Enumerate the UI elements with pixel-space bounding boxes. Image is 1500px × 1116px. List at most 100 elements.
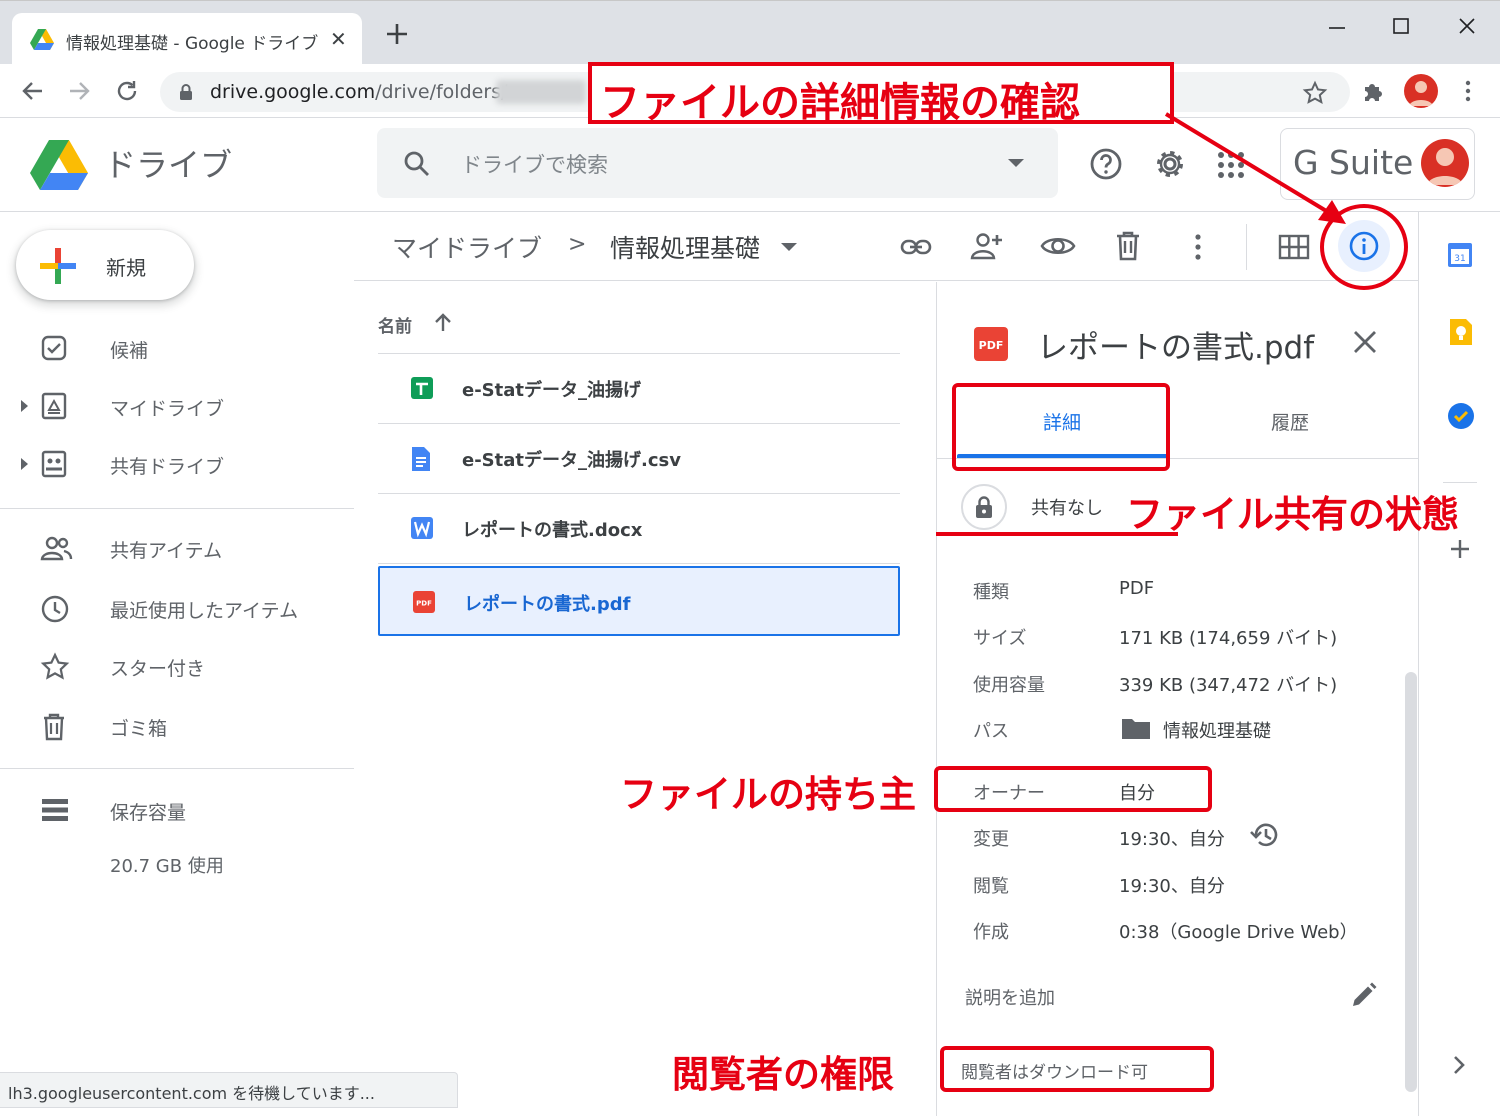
file-name: e-Statデータ_油揚げ (462, 380, 641, 401)
column-header-name[interactable]: 名前 (378, 312, 412, 337)
prop-key-created: 作成 (973, 922, 1009, 943)
sidebar-item-shared-drives[interactable]: 共有ドライブ (0, 438, 354, 490)
sidebar-item-recent[interactable]: 最近使用したアイテム (0, 582, 354, 634)
sidebar-divider (0, 768, 354, 769)
details-file-title: レポートの書式.pdf (1037, 330, 1315, 366)
browser-tab-strip: 情報処理基礎 - Google ドライブ ✕ (0, 0, 1500, 65)
priority-icon (41, 335, 67, 361)
add-addon-icon[interactable] (1449, 538, 1471, 560)
expand-panel-chevron-icon[interactable] (1451, 1054, 1467, 1076)
version-history-icon[interactable] (1249, 820, 1281, 850)
profile-avatar[interactable] (1404, 74, 1438, 108)
shared-drive-icon (41, 450, 67, 478)
sidebar-item-my-drive[interactable]: マイドライブ (0, 380, 354, 432)
link-icon[interactable] (900, 232, 932, 262)
details-scrollbar[interactable] (1405, 672, 1417, 1092)
storage-used-text: 20.7 GB 使用 (110, 856, 224, 877)
prop-key-modified: 変更 (973, 829, 1009, 850)
minimize-icon[interactable] (1322, 13, 1352, 43)
file-row[interactable]: レポートの書式.docx (378, 494, 900, 564)
file-row-selected[interactable]: PDF レポートの書式.pdf (378, 566, 900, 636)
sidebar-item-priority[interactable]: 候補 (0, 322, 354, 374)
browser-menu-icon[interactable] (1456, 78, 1480, 104)
prop-value-path[interactable]: 情報処理基礎 (1163, 717, 1271, 743)
prop-value-size: 171 KB (174,659 バイト) (1119, 628, 1338, 649)
file-name: e-Statデータ_油揚げ.csv (462, 450, 681, 471)
annotation-share-state: ファイル共有の状態 (1126, 493, 1459, 536)
drive-logo-icon (30, 140, 88, 190)
pdf-icon: PDF (974, 327, 1008, 361)
prop-value-created: 0:38（Google Drive Web） (1119, 922, 1358, 943)
breadcrumb-my-drive[interactable]: マイドライブ (392, 229, 542, 265)
shared-with-me-icon (40, 536, 73, 561)
search-input[interactable]: ドライブで検索 (461, 149, 608, 179)
sidebar-item-storage[interactable]: 保存容量 (0, 784, 354, 836)
storage-icon (42, 799, 68, 821)
sidebar-item-trash[interactable]: ゴミ箱 (0, 700, 354, 752)
extensions-icon[interactable] (1360, 78, 1386, 104)
sidebar-item-label: スター付き (110, 658, 206, 680)
maximize-icon[interactable] (1386, 13, 1416, 43)
tab-activity[interactable]: 履歴 (1271, 408, 1309, 435)
forward-icon[interactable] (66, 78, 92, 104)
calendar-icon[interactable]: 31 (1447, 240, 1473, 268)
share-add-person-icon[interactable] (970, 230, 1004, 262)
more-actions-icon[interactable] (1188, 232, 1208, 262)
file-row[interactable]: e-Statデータ_油揚げ.csv (378, 424, 900, 494)
search-icon[interactable] (403, 150, 431, 178)
sidebar-item-starred[interactable]: スター付き (0, 640, 354, 692)
status-text: lh3.googleusercontent.com を待機しています... (8, 1084, 375, 1103)
sheets-icon (411, 377, 433, 399)
svg-text:PDF: PDF (979, 339, 1004, 352)
annotation-viewer-box (940, 1046, 1214, 1092)
bookmark-star-icon[interactable] (1302, 80, 1328, 106)
sort-ascending-icon[interactable] (432, 312, 454, 334)
pdf-icon: PDF (413, 591, 435, 613)
sidebar-item-label: 共有ドライブ (110, 456, 225, 478)
search-options-icon[interactable] (1007, 158, 1025, 168)
annotation-arrow (1164, 112, 1346, 224)
window-close-icon[interactable] (1452, 13, 1482, 43)
svg-text:PDF: PDF (416, 600, 432, 608)
account-avatar[interactable] (1421, 139, 1469, 187)
help-icon[interactable] (1088, 146, 1124, 182)
folder-icon (1122, 719, 1150, 739)
browser-tab-title: 情報処理基礎 - Google ドライブ (66, 34, 319, 54)
prop-value-viewed: 19:30、自分 (1119, 876, 1225, 897)
tab-close-icon[interactable]: ✕ (330, 27, 347, 51)
account-avatar-icon (1427, 148, 1463, 185)
new-button[interactable]: 新規 (16, 230, 194, 300)
file-row[interactable]: e-Statデータ_油揚げ (378, 354, 900, 424)
folder-menu-chevron-icon[interactable] (780, 242, 798, 252)
svg-text:31: 31 (1454, 254, 1465, 264)
reload-icon[interactable] (114, 78, 140, 104)
annotation-owner: ファイルの持ち主 (620, 773, 916, 816)
expand-arrow-icon[interactable] (18, 398, 30, 414)
add-description-field[interactable]: 説明を追加 (965, 984, 1055, 1010)
file-name: レポートの書式.docx (462, 520, 643, 541)
trash-icon (44, 713, 64, 741)
prop-key-path: パス (973, 721, 1009, 742)
new-tab-icon[interactable] (384, 21, 410, 47)
column-header-label: 名前 (378, 317, 412, 337)
delete-trash-icon[interactable] (1114, 230, 1142, 262)
tasks-icon[interactable] (1447, 402, 1475, 430)
prop-value-quota: 339 KB (347,472 バイト) (1119, 675, 1338, 696)
preview-eye-icon[interactable] (1040, 232, 1076, 260)
back-icon[interactable] (20, 78, 46, 104)
prop-key-viewed: 閲覧 (973, 876, 1009, 897)
close-details-icon[interactable] (1351, 328, 1379, 356)
prop-key-quota: 使用容量 (973, 675, 1045, 696)
edit-pencil-icon[interactable] (1349, 980, 1379, 1010)
url-redacted (496, 80, 586, 104)
lock-icon (180, 84, 192, 100)
new-button-label: 新規 (106, 256, 146, 280)
search-bar[interactable]: ドライブで検索 (377, 128, 1058, 198)
grid-view-icon[interactable] (1278, 234, 1310, 260)
browser-tab[interactable]: 情報処理基礎 - Google ドライブ ✕ (12, 13, 362, 65)
breadcrumb-current-folder[interactable]: 情報処理基礎 (610, 229, 760, 265)
rail-divider (1443, 482, 1477, 483)
expand-arrow-icon[interactable] (18, 456, 30, 472)
sidebar-item-shared-with-me[interactable]: 共有アイテム (0, 522, 354, 574)
keep-icon[interactable] (1449, 318, 1473, 346)
